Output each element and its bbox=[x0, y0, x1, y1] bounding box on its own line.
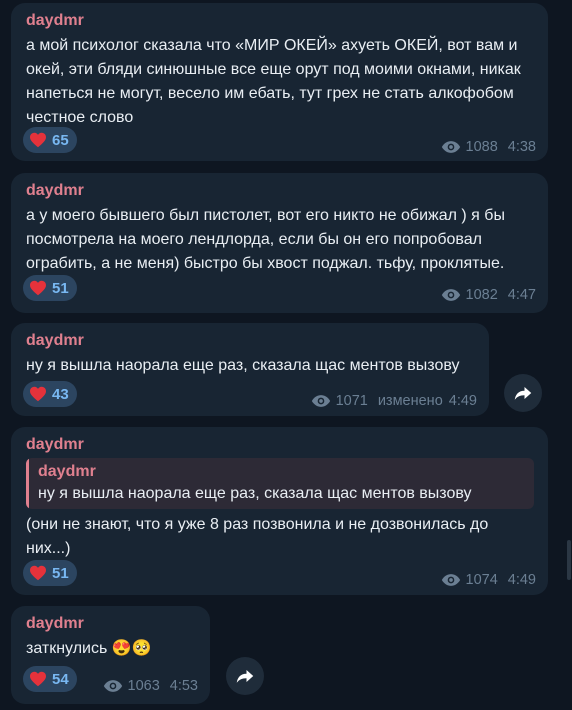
message-bubble[interactable]: daydmr ну я вышла наорала еще раз, сказа… bbox=[11, 323, 489, 416]
message-time: 4:53 bbox=[169, 678, 198, 694]
scrollbar-thumb[interactable] bbox=[567, 540, 571, 580]
message-time: 4:49 bbox=[448, 393, 477, 409]
share-arrow-icon bbox=[236, 670, 254, 683]
share-button[interactable] bbox=[504, 374, 542, 412]
message-text: заткнулись 😍🥺 bbox=[26, 640, 152, 657]
message-text: (они не знают, что я уже 8 раз позвонила… bbox=[26, 516, 489, 557]
message-meta: 1074 4:49 bbox=[441, 572, 536, 588]
reaction-button[interactable]: 54 bbox=[23, 666, 77, 692]
view-count: 1063 bbox=[127, 678, 160, 694]
reaction-count: 51 bbox=[52, 279, 69, 297]
message-author[interactable]: daydmr bbox=[26, 11, 534, 31]
heart-icon bbox=[30, 132, 46, 148]
heart-icon bbox=[30, 280, 46, 296]
view-count: 1074 bbox=[465, 572, 498, 588]
view-count: 1071 bbox=[335, 393, 368, 409]
quote-text: ну я вышла наорала еще раз, сказала щас … bbox=[38, 485, 472, 502]
eye-icon bbox=[441, 141, 460, 153]
message-bubble[interactable]: daydmr а мой психолог сказала что «МИР О… bbox=[11, 3, 548, 161]
reaction-count: 65 bbox=[52, 131, 69, 149]
message-time: 4:38 bbox=[507, 139, 536, 155]
reaction-button[interactable]: 43 bbox=[23, 381, 77, 407]
message-text: а мой психолог сказала что «МИР ОКЕЙ» ах… bbox=[26, 37, 521, 126]
reaction-count: 54 bbox=[52, 670, 69, 688]
message-author[interactable]: daydmr bbox=[26, 614, 196, 634]
message-bubble[interactable]: daydmr а у моего бывшего был пистолет, в… bbox=[11, 173, 548, 313]
share-button[interactable] bbox=[226, 657, 264, 695]
reaction-button[interactable]: 51 bbox=[23, 275, 77, 301]
message-meta: 1063 4:53 bbox=[103, 678, 198, 694]
message-meta: 1082 4:47 bbox=[441, 287, 536, 303]
eye-icon bbox=[441, 574, 460, 586]
message-bubble[interactable]: daydmr заткнулись 😍🥺 54 1063 4:53 bbox=[11, 606, 210, 704]
reply-quote[interactable]: daydmr ну я вышла наорала еще раз, сказа… bbox=[26, 458, 534, 509]
message-bubble[interactable]: daydmr daydmr ну я вышла наорала еще раз… bbox=[11, 427, 548, 595]
reaction-button[interactable]: 51 bbox=[23, 560, 77, 586]
message-meta: 1088 4:38 bbox=[441, 139, 536, 155]
eye-icon bbox=[441, 289, 460, 301]
message-author[interactable]: daydmr bbox=[26, 181, 534, 201]
message-time: 4:49 bbox=[507, 572, 536, 588]
share-arrow-icon bbox=[514, 387, 532, 400]
reaction-button[interactable]: 65 bbox=[23, 127, 77, 153]
message-author[interactable]: daydmr bbox=[26, 331, 475, 351]
message-time: 4:47 bbox=[507, 287, 536, 303]
message-text: ну я вышла наорала еще раз, сказала щас … bbox=[26, 357, 460, 374]
message-author[interactable]: daydmr bbox=[26, 435, 534, 455]
message-text: а у моего бывшего был пистолет, вот его … bbox=[26, 207, 505, 272]
quote-author: daydmr bbox=[38, 463, 96, 480]
edited-label: изменено bbox=[377, 393, 443, 409]
eye-icon bbox=[103, 680, 122, 692]
heart-icon bbox=[30, 386, 46, 402]
reaction-count: 43 bbox=[52, 385, 69, 403]
view-count: 1082 bbox=[465, 287, 498, 303]
view-count: 1088 bbox=[465, 139, 498, 155]
heart-icon bbox=[30, 565, 46, 581]
reaction-count: 51 bbox=[52, 564, 69, 582]
eye-icon bbox=[311, 395, 330, 407]
message-meta: 1071 изменено 4:49 bbox=[311, 393, 477, 409]
scrollbar[interactable] bbox=[566, 0, 572, 710]
heart-icon bbox=[30, 671, 46, 687]
